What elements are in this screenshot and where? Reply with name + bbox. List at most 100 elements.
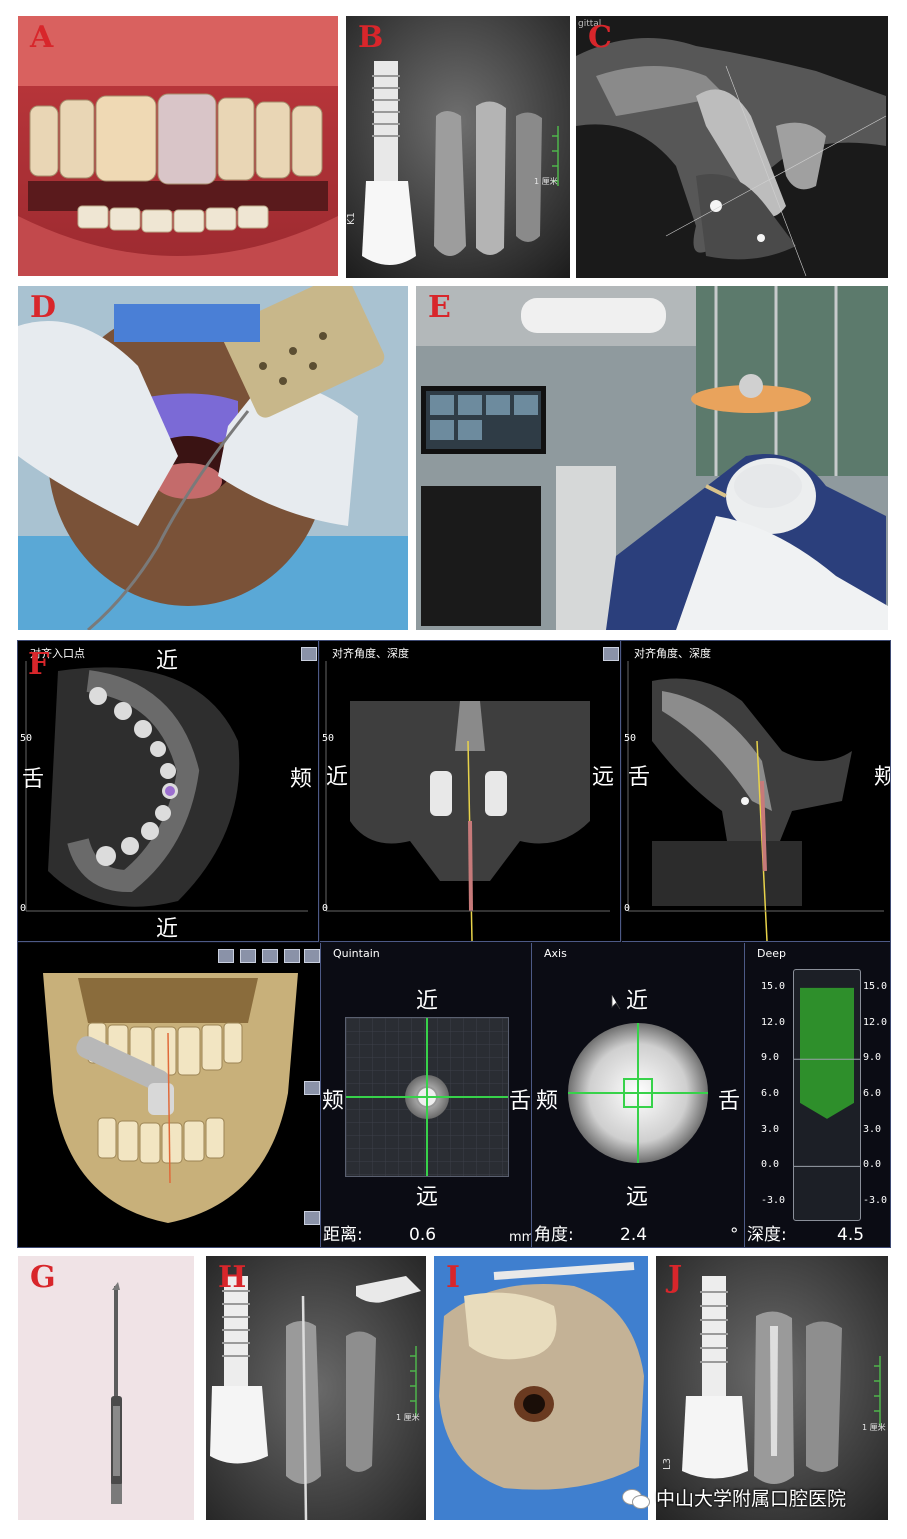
expand-icon[interactable] — [304, 949, 320, 963]
pin-icon[interactable] — [304, 1081, 320, 1095]
depth-tick-right: 12.0 — [863, 1016, 888, 1028]
xray-marker-l3: L3 — [662, 1458, 673, 1470]
panel-letter-c: C — [588, 20, 612, 55]
photo-i-access: I — [434, 1256, 648, 1520]
quintain-panel: Quintain 近 远 颊 舌 距离: 0.6 mm — [321, 943, 532, 1247]
quintain-title: Quintain — [333, 947, 380, 960]
deep-panel: Deep 深度: 4.5 15.0 15.0 12.0 12.0 9.0 9.0 6.0 6.… — [745, 943, 890, 1247]
cbct-c-sagittal: gittal C — [576, 16, 888, 278]
quintain-label-bottom: 远 — [416, 1185, 439, 1210]
view2-label-left: 近 — [326, 765, 349, 790]
view2-tick-0: 0 — [322, 903, 329, 914]
panel-letter-a: A — [30, 20, 54, 55]
depth-tick-left: 12.0 — [761, 1016, 786, 1028]
view-toggle-icon[interactable] — [218, 949, 234, 963]
view2-tick-50: 50 — [322, 733, 335, 744]
view-coronal: 对齐角度、深度 近 远 50 0 — [320, 641, 621, 942]
run-icon[interactable] — [304, 1211, 320, 1225]
depth-tick-left: 9.0 — [761, 1052, 780, 1064]
view-sagittal: 对齐角度、深度 舌 颊 50 0 — [622, 641, 890, 942]
panel-letter-b: B — [358, 20, 384, 55]
wechat-icon — [622, 1487, 650, 1509]
photo-g-drill: G — [18, 1256, 194, 1520]
xray-j-image: 1 厘米 L3 — [656, 1256, 888, 1520]
intraoral-teeth-image — [18, 16, 338, 276]
depth-tick-left: 0.0 — [761, 1159, 780, 1171]
expand-icon[interactable] — [301, 647, 317, 661]
photo-a-intraoral: A — [18, 16, 338, 276]
skull-3d-render — [43, 973, 298, 1223]
depth-tick-left: -3.0 — [761, 1195, 786, 1207]
depth-tick-left: 15.0 — [761, 980, 786, 992]
quintain-label-top: 近 — [416, 989, 439, 1014]
angle-unit: ° — [730, 1225, 739, 1245]
view-header-angle-1: 对齐角度、深度 — [332, 647, 409, 660]
xray-h-instrument: 1 厘米 H — [206, 1256, 426, 1520]
view1-label-top: 近 — [156, 649, 179, 674]
depth-tick-left: 6.0 — [761, 1088, 780, 1099]
axis-label-right: 舌 — [718, 1089, 741, 1114]
depth-tick-left: 3.0 — [761, 1123, 780, 1135]
scale-label-b: 1 厘米 — [534, 176, 558, 186]
grid-icon[interactable] — [262, 949, 278, 963]
view-axial: 对齐入口点 近 近 舌 颊 50 0 — [18, 641, 319, 942]
view-header-angle-2: 对齐角度、深度 — [634, 647, 711, 660]
tracking-clip-photo — [18, 286, 408, 630]
coronal-ct-image — [325, 661, 610, 941]
depth-tick-right: 3.0 — [863, 1123, 882, 1135]
angle-label: 角度: — [534, 1225, 574, 1245]
cbct-sagittal-image: gittal — [576, 16, 888, 278]
distance-unit: mm — [509, 1230, 532, 1245]
cursor-icon — [611, 995, 621, 1010]
axis-label-bottom: 远 — [626, 1185, 649, 1210]
view1-tick-50: 50 — [20, 733, 33, 744]
panel-letter-j: J — [668, 1260, 683, 1295]
watermark-text: 中山大学附属口腔医院 — [656, 1488, 847, 1510]
depth-tick-right: -3.0 — [863, 1195, 888, 1207]
xray-j-postop: 1 厘米 L3 J — [656, 1256, 888, 1520]
drill-tool-image — [111, 1282, 122, 1504]
depth-gauge-svg — [794, 987, 860, 1167]
deep-title: Deep — [757, 947, 786, 960]
view3-tick-0: 0 — [624, 903, 631, 914]
depth-tick-right: 9.0 — [863, 1052, 882, 1064]
panel-letter-g: G — [30, 1260, 56, 1295]
depth-tick-right: 15.0 — [863, 980, 888, 992]
privacy-mask — [114, 304, 260, 342]
axial-ct-image — [25, 661, 308, 912]
access-cavity-image — [434, 1256, 648, 1520]
distance-value: 0.6 — [409, 1225, 437, 1245]
distance-label: 距离: — [323, 1225, 363, 1245]
axis-label-top: 近 — [626, 989, 649, 1014]
panel-letter-e: E — [428, 290, 451, 325]
view1-label-bottom: 近 — [156, 917, 179, 942]
axis-panel: Axis 近 远 颊 舌 角度: 2.4 ° — [532, 943, 745, 1247]
view1-tick-0: 0 — [20, 903, 27, 914]
quintain-label-right: 舌 — [509, 1089, 532, 1114]
view3-tick-50: 50 — [624, 733, 637, 744]
view3-label-left: 舌 — [628, 765, 651, 790]
xray-b-periapical: K1 1 厘米 B — [346, 16, 570, 278]
menu-icon[interactable] — [284, 949, 300, 963]
angle-value: 2.4 — [620, 1225, 648, 1245]
layers-icon[interactable] — [240, 949, 256, 963]
axis-label-left: 颊 — [536, 1089, 559, 1114]
navigation-software-f: 对齐入口点 近 近 舌 颊 50 0 对齐角度、深度 近 远 50 0 对齐角度… — [17, 640, 891, 1248]
view1-label-left: 舌 — [22, 767, 45, 792]
photo-d-tracking: D — [18, 286, 408, 630]
xray-h-image: 1 厘米 — [206, 1256, 426, 1520]
expand-icon[interactable] — [603, 647, 619, 661]
view2-label-right: 远 — [592, 765, 615, 790]
panel-letter-d: D — [30, 290, 57, 325]
quintain-target — [346, 1018, 508, 1176]
xray-marker-k1: K1 — [346, 212, 357, 225]
depth-tick-right: 0.0 — [863, 1159, 882, 1171]
scale-label-j: 1 厘米 — [862, 1422, 886, 1432]
quintain-grid — [345, 1017, 509, 1177]
view-3d-skull — [18, 943, 321, 1247]
periapical-xray-image: K1 1 厘米 — [346, 16, 570, 278]
view3-label-right: 颊 — [874, 759, 890, 791]
panel-letter-i: I — [446, 1260, 461, 1295]
depth-value: 4.5 — [837, 1225, 865, 1245]
quintain-label-left: 颊 — [322, 1089, 345, 1114]
